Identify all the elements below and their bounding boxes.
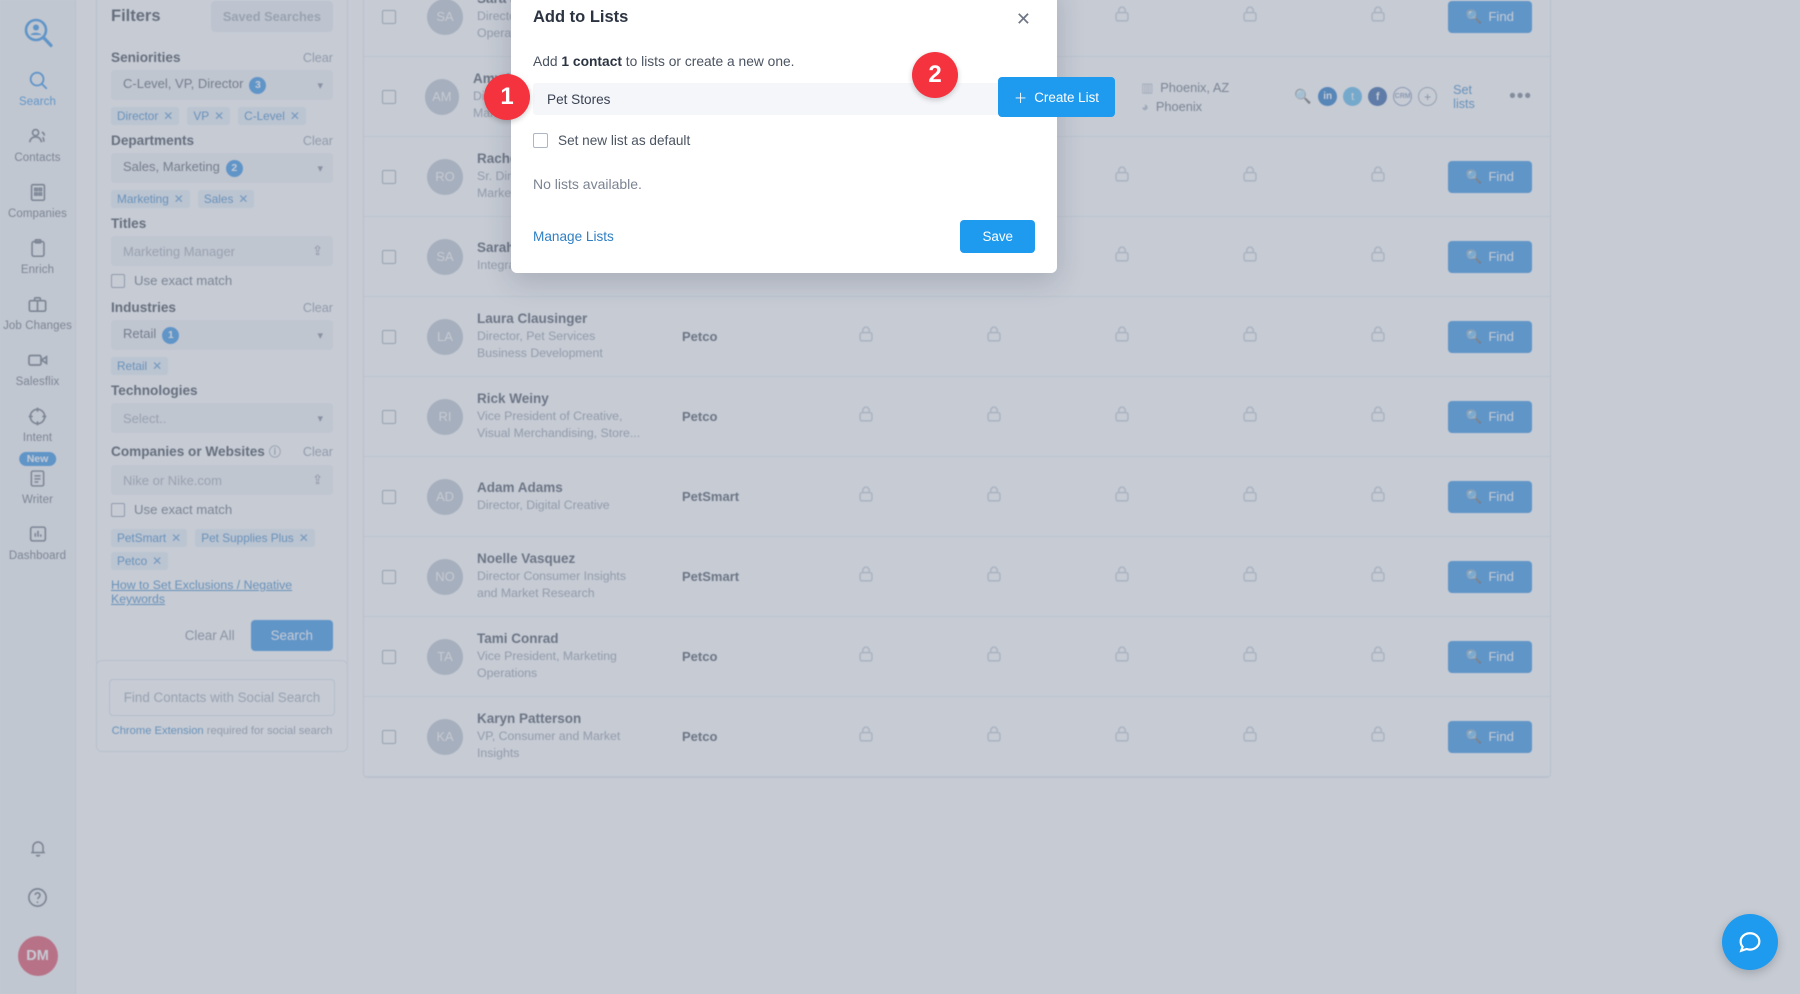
add-to-lists-modal: Add to Lists ✕ Add 1 contact to lists or… xyxy=(511,0,1115,273)
modal-header: Add to Lists ✕ xyxy=(533,0,1035,30)
plus-icon: ＋ xyxy=(1013,91,1028,106)
modal-footer: Manage Lists Save xyxy=(533,220,1035,273)
create-list-button[interactable]: ＋ Create List xyxy=(997,77,1115,117)
modal-contact-count: 1 contact xyxy=(561,54,622,69)
modal-title: Add to Lists xyxy=(533,8,629,26)
checkbox-box xyxy=(533,133,548,148)
chat-bubble-icon xyxy=(1739,932,1761,953)
list-name-input[interactable] xyxy=(533,83,1035,115)
no-lists-message: No lists available. xyxy=(533,176,642,192)
modal-subtitle: Add 1 contact to lists or create a new o… xyxy=(533,54,1035,69)
modal-subtitle-suffix: to lists or create a new one. xyxy=(621,54,795,69)
close-icon[interactable]: ✕ xyxy=(1012,8,1035,30)
modal-subtitle-prefix: Add xyxy=(533,54,562,69)
set-default-label: Set new list as default xyxy=(558,133,691,148)
chat-bubble-button[interactable] xyxy=(1722,914,1778,970)
app-root: Search Contacts Companies Enrich xyxy=(0,0,1800,994)
create-list-label: Create List xyxy=(1034,89,1099,105)
step-badge-1: 1 xyxy=(484,74,530,120)
list-name-row: ＋ Create List xyxy=(533,77,1115,117)
save-button[interactable]: Save xyxy=(960,220,1035,253)
step-badge-2: 2 xyxy=(912,52,958,98)
set-default-checkbox[interactable]: Set new list as default xyxy=(533,133,1035,148)
manage-lists-link[interactable]: Manage Lists xyxy=(533,229,614,244)
